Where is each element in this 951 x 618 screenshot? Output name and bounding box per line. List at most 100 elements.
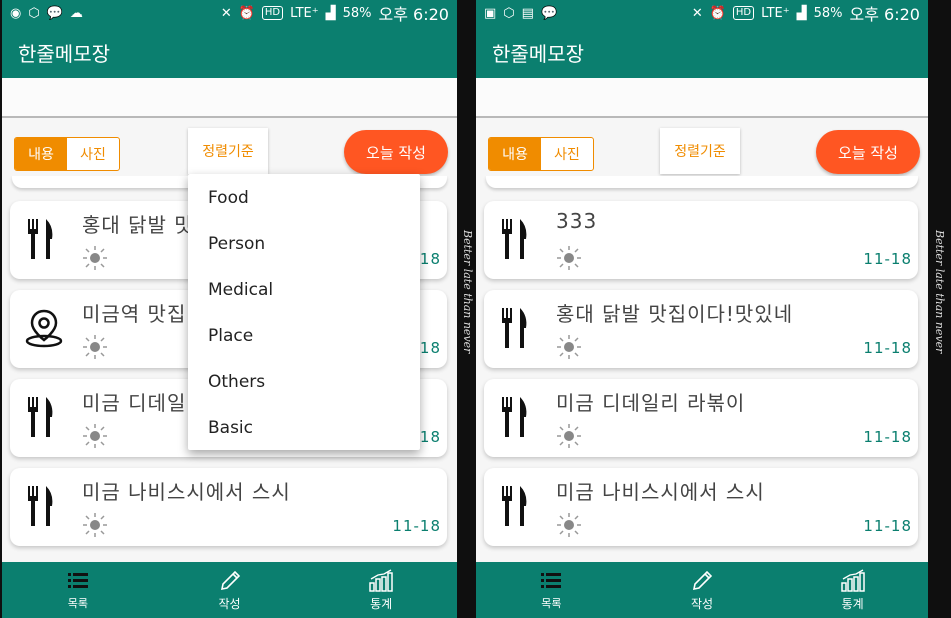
- nav-stats-label: 통계: [841, 596, 864, 611]
- fork-knife-icon: [502, 308, 527, 348]
- controls-row: 내용 사진 정렬기준 오늘 작성: [476, 124, 928, 178]
- chart-icon: [840, 568, 865, 592]
- sun-icon: [557, 513, 581, 537]
- memo-title: 미금역 맛집: [82, 302, 187, 326]
- alarm-icon: ⏰: [238, 5, 255, 21]
- sort-option-food[interactable]: Food: [208, 188, 249, 208]
- content-photo-toggle[interactable]: 내용 사진: [14, 137, 120, 171]
- status-bar: ◉ ⬡ 💬 ☁ ✕ ⏰ HD LTE⁺ ▟ 58% 오후 6:20: [2, 0, 457, 26]
- sort-dropdown-menu: Food Person Medical Place Others Basic: [188, 174, 420, 450]
- sun-icon: [83, 335, 107, 359]
- sun-icon: [557, 335, 581, 359]
- nav-stats[interactable]: 통계: [777, 562, 928, 618]
- toggle-photo[interactable]: 사진: [541, 138, 593, 170]
- nav-write-label: 작성: [690, 596, 714, 611]
- memo-date: 11-18: [863, 517, 912, 535]
- fork-knife-icon: [502, 397, 527, 437]
- shield-icon: ⬡: [503, 5, 515, 21]
- sort-option-place[interactable]: Place: [208, 326, 253, 346]
- fork-knife-icon: [28, 219, 53, 259]
- nav-list[interactable]: 목록: [476, 562, 627, 618]
- hd-badge: HD: [261, 6, 284, 20]
- controls-row: 내용 사진 정렬기준 오늘 작성: [2, 124, 457, 178]
- list-item[interactable]: 333 11-18: [484, 201, 918, 279]
- memo-title: 미금 나비스시에서 스시: [556, 480, 765, 504]
- list-item[interactable]: 미금 디데일리 라볶이 11-18: [484, 379, 918, 457]
- talk-icon: 💬: [46, 5, 63, 21]
- pencil-icon: [220, 570, 240, 590]
- sun-icon: [557, 246, 581, 270]
- side-caption-right: Better late than never: [933, 230, 946, 354]
- list-icon: [67, 573, 88, 588]
- clock: 오후 6:20: [378, 5, 449, 24]
- sun-icon: [83, 513, 107, 537]
- bottom-navigation: 목록 작성 통계: [476, 562, 928, 618]
- memo-date: 11-18: [392, 517, 441, 535]
- sun-icon: [83, 424, 107, 448]
- memo-title: 미금 나비스시에서 스시: [82, 480, 291, 504]
- side-caption-left: Better late than never: [461, 230, 474, 354]
- nav-list[interactable]: 목록: [2, 562, 154, 618]
- nav-stats[interactable]: 통계: [305, 562, 457, 618]
- list-item[interactable]: 홍대 닭발 맛집이다!맛있네 11-18: [484, 290, 918, 368]
- search-input[interactable]: [476, 78, 928, 118]
- nav-list-label: 목록: [67, 597, 88, 610]
- fork-knife-icon: [502, 219, 527, 259]
- mute-icon: ✕: [691, 5, 703, 21]
- fork-knife-icon: [28, 397, 53, 437]
- sun-icon: [83, 246, 107, 270]
- fork-knife-icon: [502, 486, 527, 526]
- memo-title: 홍대 닭발 맛: [82, 213, 194, 237]
- sun-icon: [557, 424, 581, 448]
- chat-icon: 💬: [540, 5, 558, 21]
- memo-date: 11-18: [863, 339, 912, 357]
- sort-option-person[interactable]: Person: [208, 234, 265, 254]
- shield-icon: ⬡: [28, 5, 40, 21]
- content-photo-toggle[interactable]: 내용 사진: [488, 137, 594, 171]
- battery-percent: 58%: [813, 5, 843, 21]
- list-item[interactable]: [486, 176, 918, 188]
- sort-option-medical[interactable]: Medical: [208, 280, 273, 300]
- search-input[interactable]: [2, 78, 457, 118]
- pencil-icon: [692, 570, 713, 590]
- nav-write-label: 작성: [218, 596, 241, 611]
- toggle-photo[interactable]: 사진: [67, 138, 119, 170]
- nav-write[interactable]: 작성: [154, 562, 306, 618]
- today-write-button[interactable]: 오늘 작성: [344, 130, 448, 174]
- toggle-content[interactable]: 내용: [489, 138, 541, 170]
- chat-icon: ☁: [69, 5, 83, 21]
- status-bar: ▣ ⬡ ▤ 💬 ✕ ⏰ HD LTE⁺ ▟ 58% 오후 6:20: [476, 0, 928, 26]
- bottom-navigation: 목록 작성 통계: [2, 562, 457, 618]
- chart-icon: [369, 568, 393, 592]
- signal-icon: ▟: [325, 5, 336, 21]
- toggle-content[interactable]: 내용: [15, 138, 67, 170]
- phone-screen-left: ◉ ⬡ 💬 ☁ ✕ ⏰ HD LTE⁺ ▟ 58% 오후 6:20 한줄메모장 …: [2, 0, 457, 618]
- app-icon: ◉: [10, 5, 22, 21]
- signal-icon: ▟: [796, 5, 807, 21]
- alarm-icon: ⏰: [709, 5, 726, 21]
- hd-badge: HD: [732, 6, 755, 20]
- app-icon: ▣: [484, 5, 497, 21]
- app-title: 한줄메모장: [2, 26, 457, 78]
- list-item[interactable]: 미금 나비스시에서 스시 11-18: [10, 468, 447, 546]
- nav-stats-label: 통계: [370, 596, 393, 611]
- memo-date: 11-18: [863, 428, 912, 446]
- memo-title: 홍대 닭발 맛집이다!맛있네: [556, 302, 794, 326]
- sort-option-others[interactable]: Others: [208, 372, 265, 392]
- fork-knife-icon: [28, 486, 53, 526]
- today-write-button[interactable]: 오늘 작성: [816, 130, 920, 174]
- app-title: 한줄메모장: [476, 26, 928, 78]
- sort-button[interactable]: 정렬기준: [660, 128, 740, 174]
- nav-list-label: 목록: [541, 597, 562, 610]
- memo-date: 11-18: [863, 250, 912, 268]
- phone-screen-right: ▣ ⬡ ▤ 💬 ✕ ⏰ HD LTE⁺ ▟ 58% 오후 6:20 한줄메모장 …: [476, 0, 928, 618]
- list-item[interactable]: 미금 나비스시에서 스시 11-18: [484, 468, 918, 546]
- clock: 오후 6:20: [849, 5, 920, 24]
- list-icon: [541, 573, 562, 588]
- sort-button[interactable]: 정렬기준: [188, 128, 268, 174]
- talk-icon: ▤: [521, 5, 534, 21]
- nav-write[interactable]: 작성: [627, 562, 778, 618]
- battery-percent: 58%: [342, 5, 372, 21]
- sort-option-basic[interactable]: Basic: [208, 418, 253, 438]
- memo-list: 333 11-18 홍대 닭발 맛집이다!맛있네 11-18 미금 디데일리 라…: [476, 176, 928, 562]
